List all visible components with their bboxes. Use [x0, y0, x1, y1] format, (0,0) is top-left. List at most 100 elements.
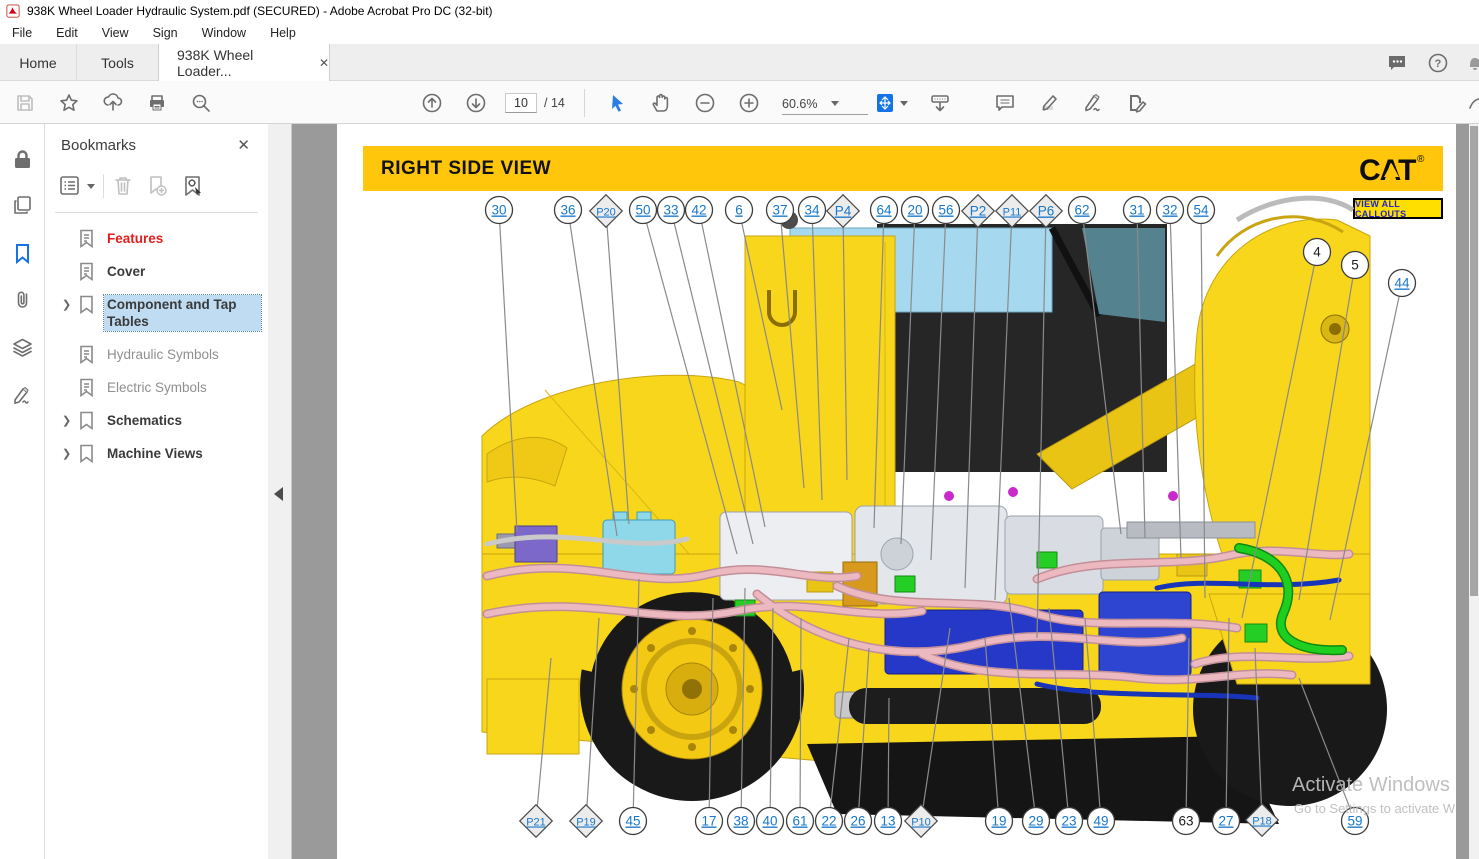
svg-text:20: 20	[907, 203, 922, 218]
comment-icon[interactable]	[994, 92, 1016, 114]
callout-33[interactable]: 33	[658, 197, 685, 224]
callout-30[interactable]: 30	[486, 197, 513, 224]
callout-23[interactable]: 23	[1056, 808, 1083, 835]
zoom-in-icon[interactable]	[738, 92, 760, 114]
callout-32[interactable]: 32	[1157, 197, 1184, 224]
fit-page-icon[interactable]	[874, 92, 896, 114]
zoom-out-icon[interactable]	[694, 92, 716, 114]
callout-p2[interactable]: P2	[962, 195, 995, 228]
callout-p4[interactable]: P4	[827, 195, 860, 228]
new-bookmark-icon[interactable]	[145, 174, 169, 198]
tab-tools[interactable]: Tools	[76, 44, 158, 81]
callout-p11[interactable]: P11	[996, 195, 1029, 228]
close-tab-icon[interactable]: ✕	[319, 56, 329, 70]
page-number-input[interactable]	[505, 93, 537, 113]
signatures-panel-icon[interactable]	[11, 384, 34, 407]
bookmark-item-schematics[interactable]: ❯Schematics	[45, 404, 261, 437]
callout-64[interactable]: 64	[871, 197, 898, 224]
layers-icon[interactable]	[11, 336, 34, 359]
panel-collapse-gutter[interactable]	[268, 124, 292, 859]
callout-54[interactable]: 54	[1188, 197, 1215, 224]
menu-item-window[interactable]: Window	[190, 26, 258, 40]
menu-item-sign[interactable]: Sign	[141, 26, 190, 40]
callout-26[interactable]: 26	[845, 808, 872, 835]
collapse-panel-icon[interactable]	[274, 487, 283, 501]
callout-62[interactable]: 62	[1069, 197, 1096, 224]
callout-20[interactable]: 20	[902, 197, 929, 224]
bookmark-item-component-and-tap-tables[interactable]: ❯Component and Tap Tables	[45, 288, 261, 338]
page-thumbnails-icon[interactable]	[11, 194, 34, 217]
callout-p20[interactable]: P20	[590, 195, 623, 228]
menu-item-file[interactable]: File	[0, 26, 44, 40]
callout-34[interactable]: 34	[799, 197, 826, 224]
hand-tool-icon[interactable]	[650, 92, 672, 114]
vertical-scrollbar[interactable]	[1469, 124, 1479, 859]
callout-p19[interactable]: P19	[570, 805, 603, 838]
svg-text:P2: P2	[970, 204, 987, 219]
share-cloud-icon[interactable]	[102, 92, 124, 114]
highlight-icon[interactable]	[1038, 92, 1060, 114]
callout-31[interactable]: 31	[1124, 197, 1151, 224]
tab-home[interactable]: Home	[0, 44, 76, 81]
fit-page-caret-icon[interactable]	[898, 92, 910, 114]
callout-42[interactable]: 42	[686, 197, 713, 224]
zoom-level-control[interactable]: 60.6%	[782, 93, 868, 115]
callout-40[interactable]: 40	[757, 808, 784, 835]
bookmark-item-electric-symbols[interactable]: Electric Symbols	[45, 371, 261, 404]
attachments-icon[interactable]	[11, 288, 34, 311]
callout-61[interactable]: 61	[787, 808, 814, 835]
bookmark-options-caret-icon[interactable]	[85, 174, 97, 198]
bookmark-destination-icon[interactable]	[181, 174, 205, 198]
callout-17[interactable]: 17	[696, 808, 723, 835]
callout-29[interactable]: 29	[1023, 808, 1050, 835]
callout-50[interactable]: 50	[630, 197, 657, 224]
scroll-mode-icon[interactable]	[929, 92, 951, 114]
callout-p21[interactable]: P21	[520, 805, 553, 838]
delete-bookmark-icon[interactable]	[111, 174, 135, 198]
sign-icon[interactable]	[1082, 92, 1104, 114]
chevron-right-icon[interactable]: ❯	[62, 446, 76, 463]
notification-bell-icon[interactable]	[1464, 52, 1479, 74]
callout-45[interactable]: 45	[620, 808, 647, 835]
callout-37[interactable]: 37	[767, 197, 794, 224]
more-tools-icon[interactable]	[1468, 92, 1479, 114]
print-icon[interactable]	[146, 92, 168, 114]
menu-item-edit[interactable]: Edit	[44, 26, 90, 40]
close-panel-icon[interactable]: ✕	[237, 136, 250, 154]
select-tool-icon[interactable]	[606, 92, 628, 114]
feedback-chat-icon[interactable]	[1386, 52, 1408, 74]
callout-38[interactable]: 38	[728, 808, 755, 835]
bookmark-item-cover[interactable]: Cover	[45, 255, 261, 288]
star-icon[interactable]	[58, 92, 80, 114]
chevron-right-icon[interactable]: ❯	[62, 413, 76, 430]
bookmark-item-machine-views[interactable]: ❯Machine Views	[45, 437, 261, 470]
callout-19[interactable]: 19	[986, 808, 1013, 835]
callout-44[interactable]: 44	[1389, 270, 1416, 297]
next-page-icon[interactable]	[465, 92, 487, 114]
search-icon[interactable]	[190, 92, 212, 114]
scrollbar-thumb[interactable]	[1470, 126, 1478, 596]
menu-item-view[interactable]: View	[90, 26, 141, 40]
bookmark-item-features[interactable]: Features	[45, 222, 261, 255]
callout-27[interactable]: 27	[1213, 808, 1240, 835]
bookmark-options-icon[interactable]	[59, 174, 83, 198]
lock-icon[interactable]	[11, 148, 34, 171]
callout-6[interactable]: 6	[726, 197, 753, 224]
callout-13[interactable]: 13	[875, 808, 902, 835]
previous-page-icon[interactable]	[421, 92, 443, 114]
callout-49[interactable]: 49	[1088, 808, 1115, 835]
help-icon[interactable]: ?	[1427, 52, 1449, 74]
bookmark-item-hydraulic-symbols[interactable]: Hydraulic Symbols	[45, 338, 261, 371]
svg-text:62: 62	[1074, 203, 1089, 218]
callout-22[interactable]: 22	[816, 808, 843, 835]
bookmarks-panel-icon[interactable]	[11, 242, 34, 265]
callout-p6[interactable]: P6	[1030, 195, 1063, 228]
callout-36[interactable]: 36	[555, 197, 582, 224]
menu-item-help[interactable]: Help	[258, 26, 308, 40]
navigation-rail	[0, 124, 45, 859]
callout-56[interactable]: 56	[933, 197, 960, 224]
chevron-right-icon[interactable]: ❯	[62, 297, 76, 314]
edit-pdf-icon[interactable]	[1126, 92, 1148, 114]
save-icon[interactable]	[14, 92, 36, 114]
tab-document[interactable]: 938K Wheel Loader... ✕	[158, 44, 330, 81]
